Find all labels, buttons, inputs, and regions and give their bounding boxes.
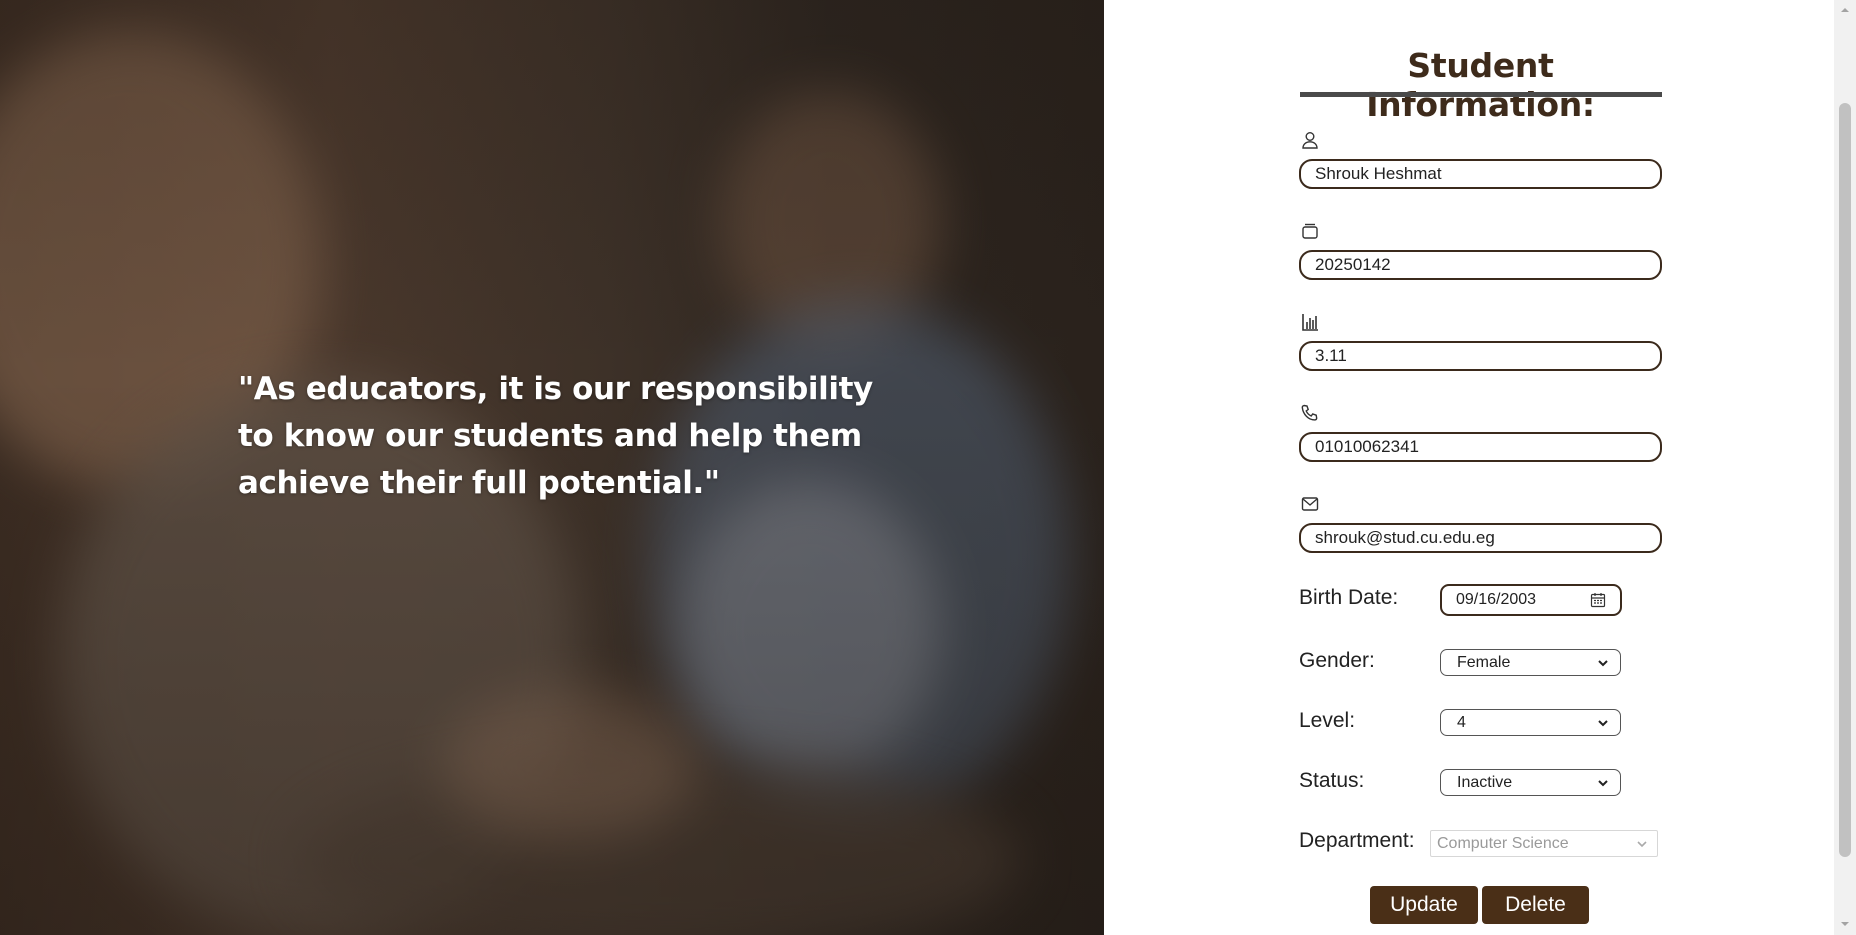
gender-select[interactable]: Female xyxy=(1440,649,1621,676)
phone-input[interactable]: 01010062341 xyxy=(1299,432,1662,462)
level-selected: 4 xyxy=(1457,713,1466,731)
update-button[interactable]: Update xyxy=(1370,886,1478,924)
delete-button[interactable]: Delete xyxy=(1482,886,1589,924)
id-card-icon xyxy=(1300,221,1320,241)
hero-section: "As educators, it is our responsibility … xyxy=(0,0,1104,935)
gender-label: Gender: xyxy=(1299,649,1375,672)
name-input[interactable]: Shrouk Heshmat xyxy=(1299,159,1662,189)
status-label: Status: xyxy=(1299,769,1365,792)
calendar-icon[interactable] xyxy=(1590,592,1606,608)
chevron-down-icon xyxy=(1598,719,1608,726)
user-icon xyxy=(1300,130,1320,150)
student-form-panel: Student Information: Shrouk Heshmat 2025… xyxy=(1104,0,1834,935)
form-title: Student Information: xyxy=(1366,46,1595,124)
status-select[interactable]: Inactive xyxy=(1440,769,1621,796)
bar-chart-icon xyxy=(1300,312,1320,332)
department-selected: Computer Science xyxy=(1437,834,1569,852)
chevron-down-icon xyxy=(1598,659,1608,666)
envelope-icon xyxy=(1300,494,1320,514)
email-input[interactable]: shrouk@stud.cu.edu.eg xyxy=(1299,523,1662,553)
department-label: Department: xyxy=(1299,829,1415,852)
department-select: Computer Science xyxy=(1430,830,1658,857)
student-id-input[interactable]: 20250142 xyxy=(1299,250,1662,280)
page-scrollbar[interactable] xyxy=(1834,0,1856,935)
scrollbar-thumb[interactable] xyxy=(1839,103,1851,857)
birth-date-value: 09/16/2003 xyxy=(1456,591,1537,608)
gpa-input[interactable]: 3.11 xyxy=(1299,341,1662,371)
birth-date-label: Birth Date: xyxy=(1299,586,1399,609)
gender-selected: Female xyxy=(1457,653,1511,671)
birth-date-input[interactable]: 09/16/2003 xyxy=(1440,584,1622,616)
level-select[interactable]: 4 xyxy=(1440,709,1621,736)
status-selected: Inactive xyxy=(1457,773,1513,791)
scroll-down-arrow-icon[interactable] xyxy=(1839,918,1851,930)
chevron-down-icon xyxy=(1598,779,1608,786)
level-label: Level: xyxy=(1299,709,1356,732)
phone-icon xyxy=(1300,403,1320,423)
chevron-down-icon xyxy=(1637,840,1647,847)
title-underline xyxy=(1300,92,1662,97)
hero-quote: "As educators, it is our responsibility … xyxy=(238,371,873,501)
scroll-up-arrow-icon[interactable] xyxy=(1839,4,1851,16)
